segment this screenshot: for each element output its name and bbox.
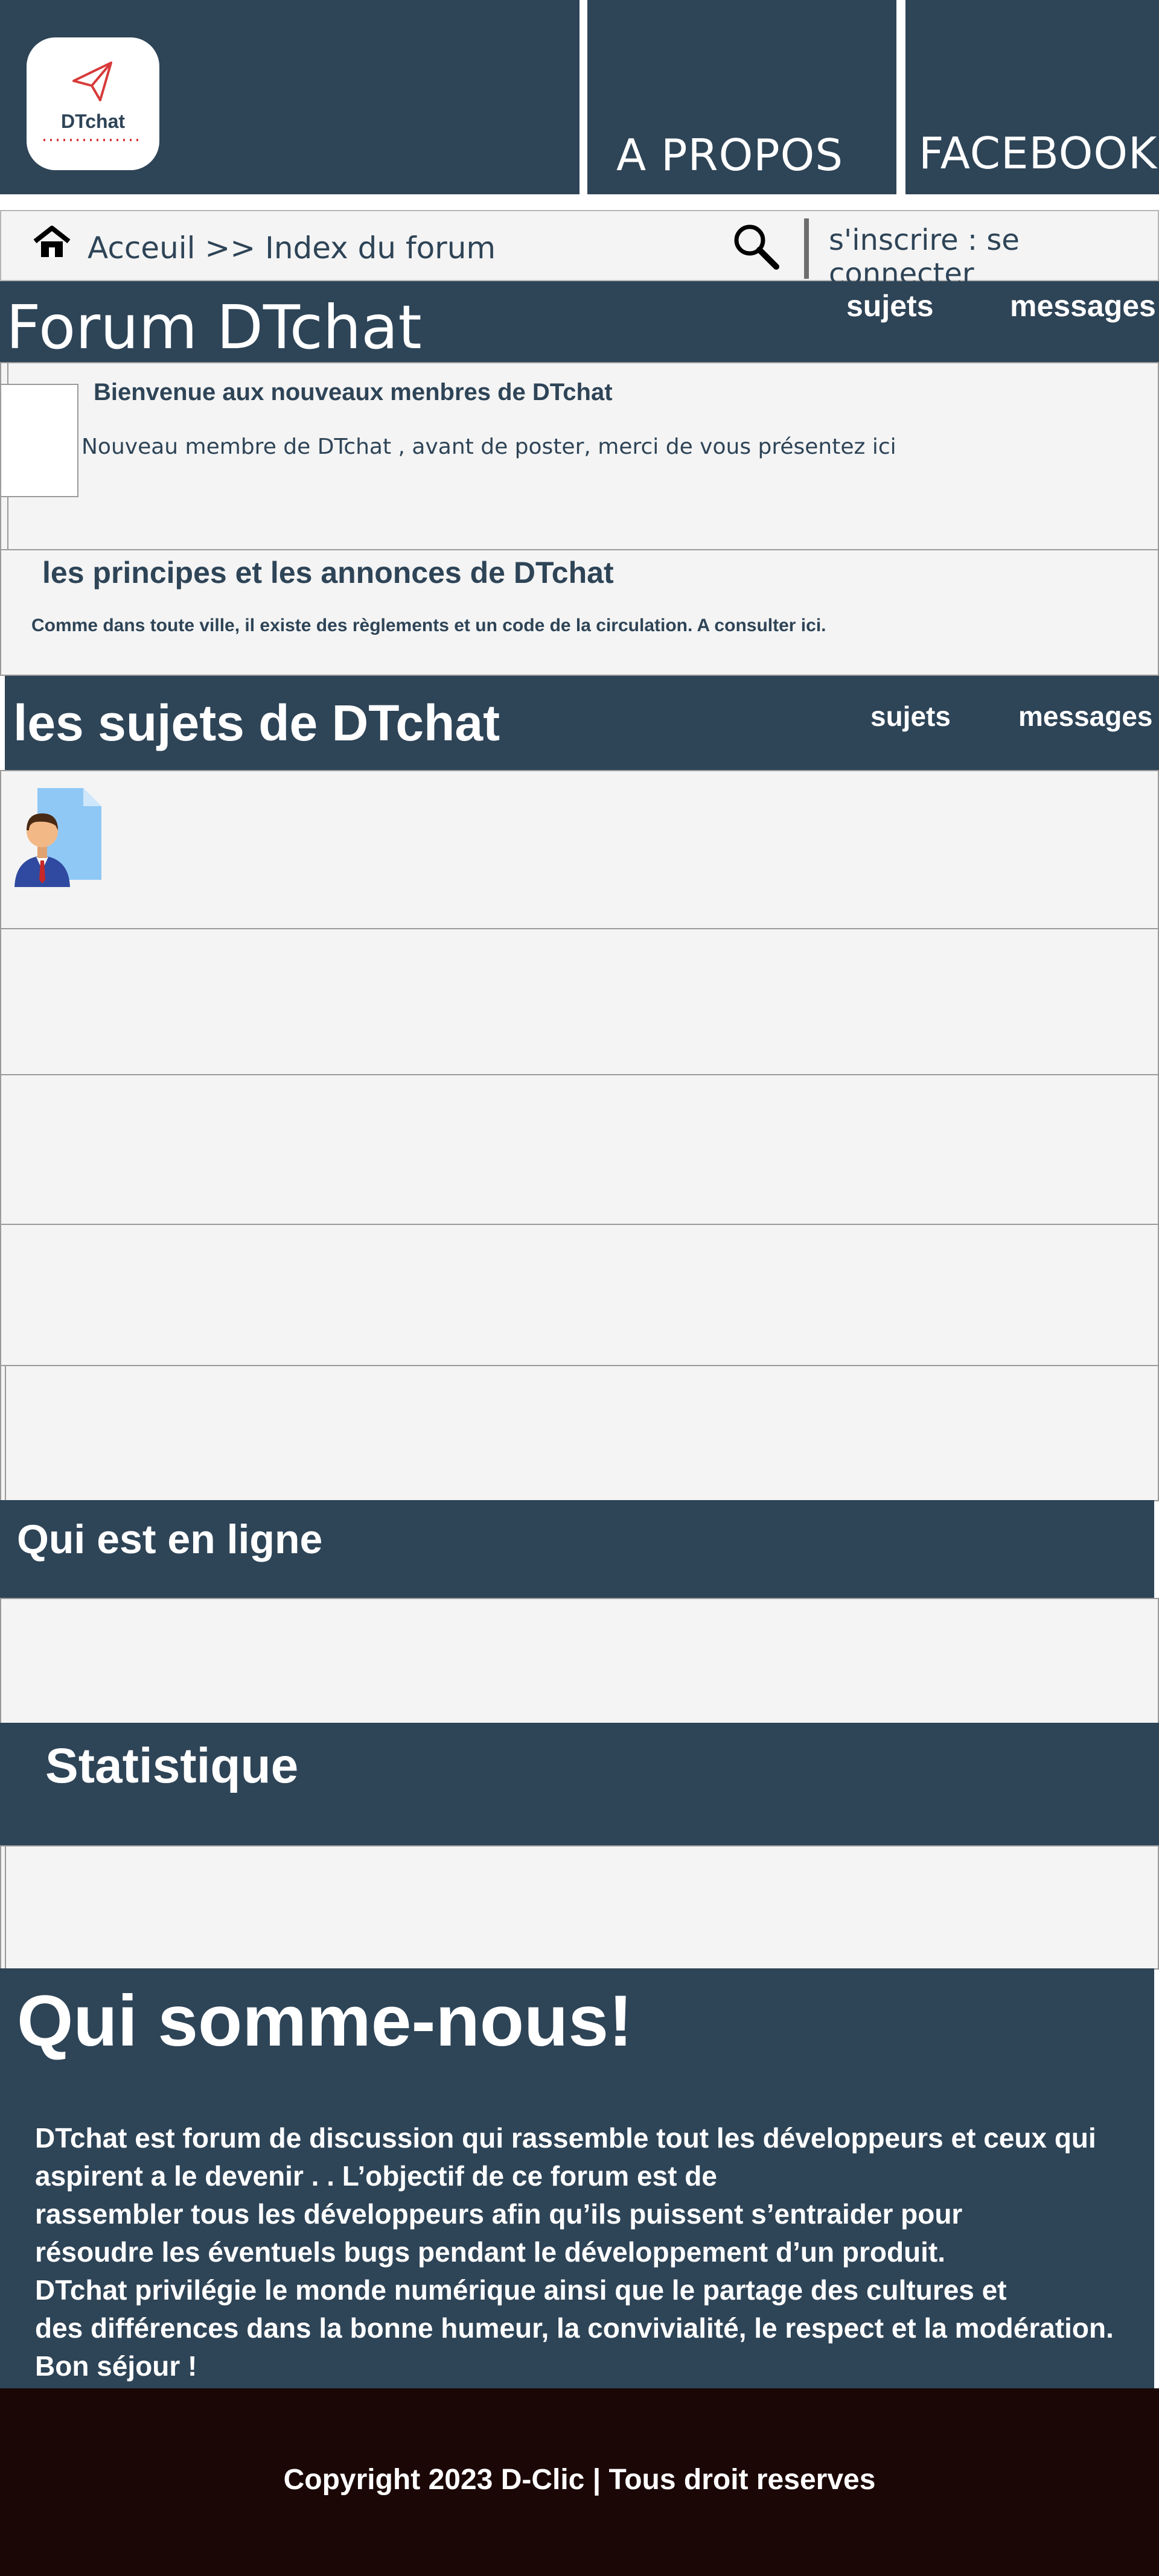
subject-row[interactable] — [0, 1224, 1159, 1366]
stats-title: Statistique — [45, 1738, 299, 1793]
online-content — [0, 1598, 1159, 1725]
subject-row[interactable] — [0, 1074, 1159, 1225]
forum-row-description: Nouveau membre de DTchat , avant de post… — [81, 434, 896, 459]
subject-row[interactable] — [0, 1365, 1159, 1501]
forum-row-description: Comme dans toute ville, il existe des rè… — [31, 615, 826, 635]
breadcrumb[interactable]: Acceuil >> Index du forum — [88, 231, 496, 266]
stats-content — [0, 1845, 1159, 1970]
nav-about[interactable]: A PROPOS — [587, 0, 896, 194]
subject-row[interactable] — [0, 770, 1159, 929]
nav-facebook-label: FACEBOOK — [919, 128, 1158, 179]
row-inner-border — [5, 1845, 6, 1970]
forum-title: Forum DTchat — [6, 292, 422, 363]
subject-row[interactable] — [0, 928, 1159, 1075]
col-subjects-label: sujets — [846, 289, 934, 323]
nav-facebook[interactable]: FACEBOOK — [905, 0, 1159, 194]
user-document-icon — [12, 786, 103, 888]
online-title: Qui est en ligne — [17, 1516, 323, 1562]
nav-about-label: A PROPOS — [616, 130, 844, 180]
col-messages-label: messages — [1018, 701, 1153, 732]
footer-copyright: Copyright 2023 D-Clic | Tous droit reser… — [283, 2464, 876, 2496]
subjects-title: les sujets de DTchat — [13, 695, 500, 751]
paper-plane-icon: DTchat — [43, 62, 142, 141]
home-icon[interactable] — [33, 224, 71, 259]
divider — [804, 218, 809, 279]
logo-text: DTchat — [61, 110, 125, 132]
col-subjects-label: sujets — [870, 701, 951, 732]
col-messages-label: messages — [1010, 289, 1156, 323]
search-icon[interactable] — [732, 222, 780, 270]
logo[interactable]: DTchat — [27, 37, 159, 170]
forum-row-title[interactable]: Bienvenue aux nouveaux menbres de DTchat — [94, 379, 613, 406]
about-title: Qui somme-nous! — [17, 1980, 633, 2061]
about-text: DTchat est forum de discussion qui rasse… — [35, 2122, 1114, 2382]
row-inner-border — [5, 1365, 6, 1501]
forum-row-title[interactable]: les principes et les annonces de DTchat — [42, 555, 614, 590]
forum-thumbnail — [0, 384, 78, 497]
